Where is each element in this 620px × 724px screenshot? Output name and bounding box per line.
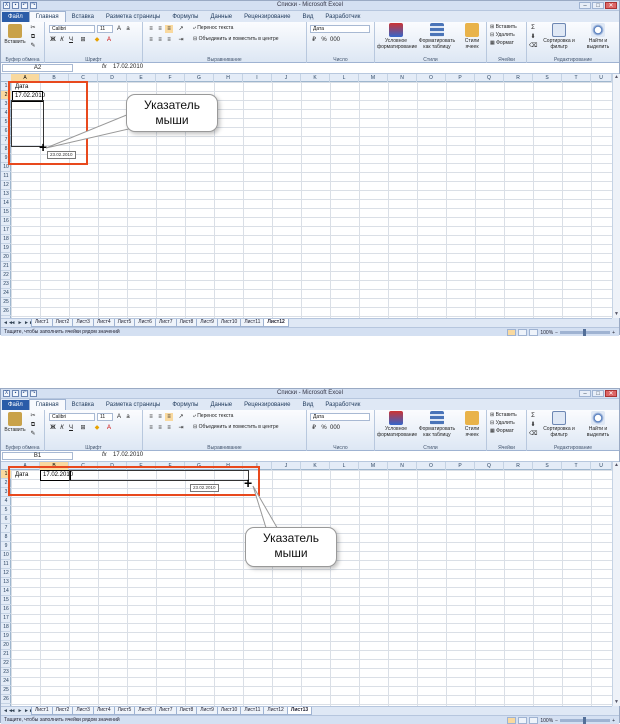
scroll-down-icon[interactable]: ▼ [613,311,620,318]
sheet-tab-лист11[interactable]: Лист11 [240,707,265,715]
status-message: Тащите, чтобы заполнить ячейки рядом зна… [4,717,120,723]
scroll-up-icon[interactable]: ▲ [613,74,620,81]
sheet-tabs: ◄◄ ◄ ► ►► Лист1 Лист2 Лист3 Лист4 Лист5 Лист6… [1,318,612,327]
sheet-tab-лист3[interactable]: Лист3 [72,319,94,327]
sheet-tab-лист4[interactable]: Лист4 [92,319,115,327]
zoom-controls: 100% − + [507,329,615,336]
callout-pointer [45,113,134,149]
sheet-tab-list: Лист1 Лист2 Лист3 Лист4 Лист5 Лист6 Лист7 Лист8… [31,707,313,715]
first-sheet-icon[interactable]: ◄◄ [3,320,13,326]
zoom-slider[interactable] [560,717,611,724]
scroll-up-icon[interactable]: ▲ [613,462,620,469]
first-sheet-icon[interactable]: ◄◄ [3,708,13,714]
sheet-tabs: ◄◄ ◄ ► ►► Лист1 Лист2 Лист3 Лист4 Лист5 Лист6… [1,706,612,715]
sheet-tab-лист5[interactable]: Лист5 [113,319,136,327]
scroll-down-icon[interactable]: ▼ [613,699,620,706]
sheet-tab-лист10[interactable]: Лист10 [216,319,242,327]
sheet-tab-лист11[interactable]: Лист11 [240,319,265,327]
sheet-tab-лист12[interactable]: Лист12 [263,707,288,715]
sheet-tab-лист6[interactable]: Лист6 [134,707,156,715]
mouse-pointer-callout: Указатель мыши [126,94,218,132]
status-bar: Тащите, чтобы заполнить ячейки рядом зна… [1,327,619,336]
sheet-tab-лист1[interactable]: Лист1 [31,319,53,327]
sheet-tab-лист6[interactable]: Лист6 [134,319,156,327]
zoom-in-icon[interactable]: + [612,330,615,336]
last-sheet-icon[interactable]: ►► [24,708,34,714]
zoom-out-icon[interactable]: − [555,330,558,336]
sheet-tab-list: Лист1 Лист2 Лист3 Лист4 Лист5 Лист6 Лист7 Лист8… [31,319,289,327]
sheet-tab-лист2[interactable]: Лист2 [51,319,74,327]
sheet-tab-лист8[interactable]: Лист8 [175,319,198,327]
excel-window-2: X ▪ ↶ ↷ Списки - Microsoft Excel – □ ✕ Ф… [0,388,620,724]
zoom-level[interactable]: 100% [540,330,553,336]
sheet-tab-лист4[interactable]: Лист4 [92,707,115,715]
sheet-tab-лист5[interactable]: Лист5 [113,707,136,715]
next-sheet-icon[interactable]: ► [17,708,23,714]
zoom-thumb[interactable] [583,329,587,336]
status-message: Тащите, чтобы заполнить ячейки рядом зна… [4,329,120,335]
sheet-tab-лист7[interactable]: Лист7 [154,319,177,327]
sheet-tab-лист12[interactable]: Лист12 [263,319,289,327]
page-layout-view-icon[interactable] [518,329,528,336]
sheet-tab-лист2[interactable]: Лист2 [51,707,74,715]
vertical-scrollbar[interactable]: ▲ ▼ [612,74,620,318]
prev-sheet-icon[interactable]: ◄ [10,708,16,714]
vertical-scrollbar[interactable]: ▲ ▼ [612,462,620,706]
prev-sheet-icon[interactable]: ◄ [10,320,16,326]
normal-view-icon[interactable] [507,329,517,336]
sheet-tab-лист3[interactable]: Лист3 [72,707,94,715]
sheet-tab-лист13[interactable]: Лист13 [286,707,313,715]
page-break-view-icon[interactable] [529,329,539,336]
zoom-slider[interactable] [560,329,611,336]
sheet-tab-лист7[interactable]: Лист7 [154,707,177,715]
sheet-tab-лист1[interactable]: Лист1 [31,707,53,715]
sheet-tab-лист8[interactable]: Лист8 [175,707,198,715]
last-sheet-icon[interactable]: ►► [24,320,34,326]
sheet-tab-лист9[interactable]: Лист9 [196,319,218,327]
mouse-pointer-callout: Указатель мыши [245,527,337,567]
sheet-tab-лист10[interactable]: Лист10 [216,707,242,715]
excel-window-1: X ▪ ↶ ↷ Списки - Microsoft Excel – □ ✕ Ф… [0,0,620,336]
next-sheet-icon[interactable]: ► [17,320,23,326]
sheet-tab-лист9[interactable]: Лист9 [196,707,218,715]
